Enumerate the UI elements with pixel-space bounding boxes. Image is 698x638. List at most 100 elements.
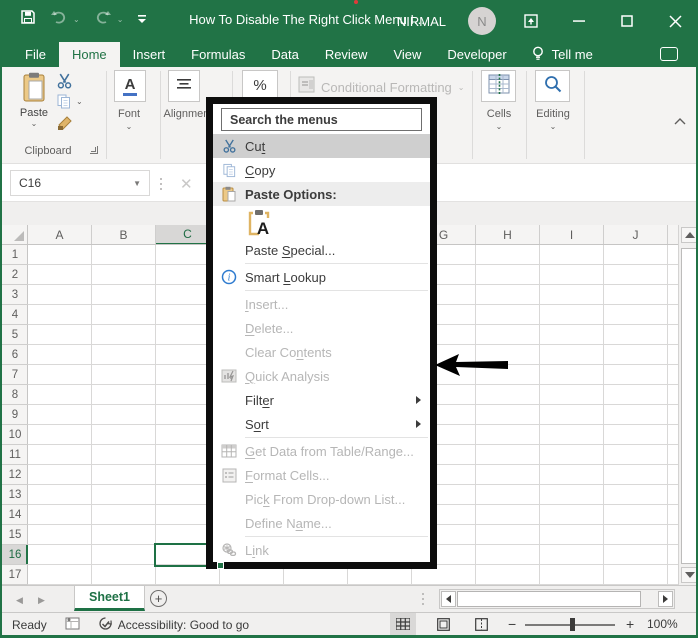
row-header-11[interactable]: 11 — [2, 445, 28, 465]
next-sheet-icon[interactable]: ▶ — [38, 595, 45, 606]
close-button[interactable] — [662, 8, 688, 34]
redo-dropdown-icon[interactable]: ⌄ — [117, 15, 124, 24]
menu-item-filter[interactable]: Filter — [213, 388, 430, 412]
row-header-3[interactable]: 3 — [2, 285, 28, 305]
menu-item-define-name[interactable]: Define Name... — [213, 511, 430, 535]
name-box-dropdown-icon[interactable]: ▼ — [133, 179, 141, 188]
macro-record-icon[interactable] — [65, 617, 80, 633]
tab-review[interactable]: Review — [312, 42, 381, 67]
editing-dropdown-icon[interactable]: ⌄ — [530, 122, 576, 131]
column-header-b[interactable]: B — [92, 225, 156, 244]
row-header-5[interactable]: 5 — [2, 325, 28, 345]
format-painter-button[interactable] — [57, 115, 73, 136]
scroll-left-icon[interactable] — [441, 591, 456, 607]
tab-insert[interactable]: Insert — [120, 42, 179, 67]
fill-handle[interactable] — [217, 562, 224, 569]
tab-formulas[interactable]: Formulas — [178, 42, 258, 67]
tab-view[interactable]: View — [380, 42, 434, 67]
accessibility-status[interactable]: Accessibility: Good to go — [118, 618, 249, 632]
copy-button[interactable] — [56, 93, 72, 115]
tab-tell-me[interactable]: Tell me — [520, 42, 605, 67]
row-header-9[interactable]: 9 — [2, 405, 28, 425]
menu-item-quick-analysis[interactable]: Quick Analysis — [213, 364, 430, 388]
cancel-icon[interactable]: ✕ — [180, 175, 193, 193]
collapse-ribbon-icon[interactable] — [674, 112, 686, 130]
save-icon[interactable] — [20, 9, 36, 30]
cells-group-button[interactable] — [481, 70, 516, 102]
conditional-formatting-button[interactable]: Conditional Formatting ⌄ — [298, 76, 465, 98]
vertical-scrollbar[interactable] — [678, 225, 696, 585]
menu-item-format-cells[interactable]: Format Cells... — [213, 463, 430, 487]
row-header-13[interactable]: 13 — [2, 485, 28, 505]
paste-dropdown-icon[interactable]: ⌄ — [14, 119, 54, 128]
menu-item-pick-from-drop-down-list[interactable]: Pick From Drop-down List... — [213, 487, 430, 511]
vertical-scroll-thumb[interactable] — [681, 248, 696, 564]
ribbon-display-options-icon[interactable] — [518, 8, 544, 34]
zoom-out-button[interactable]: − — [508, 616, 516, 632]
avatar[interactable]: N — [468, 7, 496, 35]
row-header-6[interactable]: 6 — [2, 345, 28, 365]
tab-data[interactable]: Data — [258, 42, 311, 67]
menu-item-smart-lookup[interactable]: i Smart Lookup — [213, 265, 430, 289]
paste-a-icon[interactable]: A — [245, 208, 273, 237]
row-header-7[interactable]: 7 — [2, 365, 28, 385]
horizontal-scrollbar[interactable] — [439, 589, 675, 609]
undo-dropdown-icon[interactable]: ⌄ — [73, 15, 80, 24]
menu-item-delete[interactable]: Delete... — [213, 316, 430, 340]
tab-file[interactable]: File — [12, 42, 59, 67]
column-header-i[interactable]: I — [540, 225, 604, 244]
font-dropdown-icon[interactable]: ⌄ — [109, 122, 149, 131]
prev-sheet-icon[interactable]: ◀ — [16, 595, 23, 606]
row-header-15[interactable]: 15 — [2, 525, 28, 545]
redo-button[interactable] — [94, 10, 112, 29]
scroll-up-icon[interactable] — [681, 227, 696, 243]
minimize-button[interactable] — [566, 8, 592, 34]
editing-group-button[interactable] — [535, 70, 570, 102]
row-header-1[interactable]: 1 — [2, 245, 28, 265]
row-header-17[interactable]: 17 — [2, 565, 28, 585]
paste-button[interactable]: Paste ⌄ — [14, 72, 54, 128]
row-header-4[interactable]: 4 — [2, 305, 28, 325]
column-header-h[interactable]: H — [476, 225, 540, 244]
row-header-12[interactable]: 12 — [2, 465, 28, 485]
menu-item-insert[interactable]: Insert... — [213, 292, 430, 316]
tab-home[interactable]: Home — [58, 42, 120, 67]
customize-qat-icon[interactable] — [137, 11, 147, 29]
tab-developer[interactable]: Developer — [434, 42, 519, 67]
search-the-menus-input[interactable]: Search the menus — [221, 108, 422, 131]
sheet-tab-sheet1[interactable]: Sheet1 — [74, 586, 145, 611]
menu-item-link[interactable]: Link — [213, 538, 430, 562]
menu-item-cut[interactable]: Cut — [213, 134, 430, 158]
user-name[interactable]: NIRMAL — [397, 14, 446, 29]
menu-item-paste-special[interactable]: Paste Special... — [213, 238, 430, 262]
clipboard-dialog-launcher-icon[interactable] — [90, 146, 98, 154]
zoom-level[interactable]: 100% — [647, 617, 678, 631]
row-header-14[interactable]: 14 — [2, 505, 28, 525]
alignment-group-button[interactable] — [168, 70, 200, 102]
view-normal-button[interactable] — [390, 613, 416, 635]
menu-item-sort[interactable]: Sort — [213, 412, 430, 436]
copy-dropdown-icon[interactable]: ⌄ — [76, 97, 83, 106]
paste-option-keep-source-formatting[interactable]: A — [213, 206, 430, 238]
row-header-8[interactable]: 8 — [2, 385, 28, 405]
cut-button[interactable] — [56, 73, 73, 95]
new-sheet-button[interactable]: + — [150, 590, 167, 607]
horizontal-scroll-thumb[interactable] — [457, 591, 641, 607]
sheetbar-divider[interactable] — [422, 593, 424, 605]
row-header-16[interactable]: 16 — [2, 545, 28, 565]
zoom-slider-handle[interactable] — [570, 618, 575, 631]
select-all-corner[interactable] — [2, 225, 28, 245]
row-header-10[interactable]: 10 — [2, 425, 28, 445]
view-page-break-button[interactable] — [468, 613, 494, 635]
menu-item-clear-contents[interactable]: Clear Contents — [213, 340, 430, 364]
zoom-in-button[interactable]: + — [626, 616, 634, 632]
menu-item-copy[interactable]: Copy — [213, 158, 430, 182]
column-header-j[interactable]: J — [604, 225, 668, 244]
menu-item-get-data-from-table-range[interactable]: Get Data from Table/Range... — [213, 439, 430, 463]
view-page-layout-button[interactable] — [430, 613, 456, 635]
comments-icon[interactable] — [660, 47, 678, 61]
maximize-button[interactable] — [614, 8, 640, 34]
font-group-button[interactable]: A — [114, 70, 146, 102]
name-box[interactable]: C16 ▼ — [10, 170, 150, 196]
percent-style-button[interactable]: % — [242, 70, 278, 100]
